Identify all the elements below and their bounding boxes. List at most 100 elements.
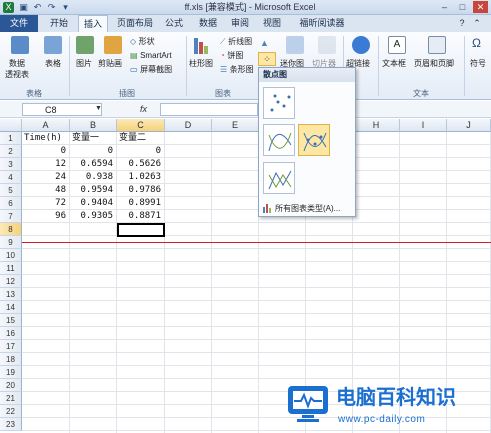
row-header[interactable]: 23 [0,418,22,431]
row-header[interactable]: 10 [0,249,22,262]
row-header[interactable]: 7 [0,210,22,223]
name-box[interactable]: C8 [22,103,102,116]
tab-formulas[interactable]: 公式 [160,15,188,32]
all-chart-types-link[interactable]: 所有图表类型(A)... [275,202,355,215]
cell[interactable]: 48 [24,184,68,197]
cell[interactable]: 0 [24,145,68,158]
column-chart-button[interactable]: 柱形图 [189,36,217,80]
tab-page-layout[interactable]: 页面布局 [112,15,158,32]
pie-chart-button[interactable]: ◔ 饼图 [220,50,254,62]
row-header[interactable]: 12 [0,275,22,288]
ribbon-minimize-icon[interactable]: ⌃ [470,15,484,32]
close-icon[interactable]: ✕ [473,1,488,13]
row-header[interactable]: 11 [0,262,22,275]
row-header[interactable]: 9 [0,236,22,249]
tab-data[interactable]: 数据 [194,15,222,32]
header-footer-button[interactable]: 页眉和页脚 [414,36,460,76]
column-header[interactable]: H [353,119,400,132]
row-header[interactable]: 1 [0,132,22,145]
column-header[interactable]: J [447,119,491,132]
select-all-corner[interactable] [0,119,22,132]
tab-review[interactable]: 审阅 [226,15,254,32]
cell[interactable]: 12 [24,158,68,171]
selected-cell[interactable] [117,223,165,237]
cell[interactable]: 0 [72,145,115,158]
redo-icon[interactable]: ↷ [46,2,57,13]
formula-input[interactable] [160,103,258,116]
row-header[interactable]: 18 [0,353,22,366]
scatter-straight-lines-option[interactable] [263,162,295,194]
cell[interactable]: 0 [119,145,163,158]
cell[interactable]: 0.8991 [119,197,163,210]
row-header[interactable]: 19 [0,366,22,379]
smartart-button[interactable]: ▤ SmartArt [130,50,184,62]
row-header[interactable]: 14 [0,301,22,314]
insert-function-icon[interactable]: fx [140,103,154,116]
table-button[interactable]: 表格 [40,36,66,76]
row-header[interactable]: 4 [0,171,22,184]
column-header[interactable]: A [22,119,70,132]
row-header[interactable]: 16 [0,327,22,340]
name-box-dropdown-icon[interactable]: ▼ [95,105,103,114]
row-header[interactable]: 2 [0,145,22,158]
column-chart-label: 柱形图 [189,59,213,68]
row-header[interactable]: 6 [0,197,22,210]
minimize-icon[interactable]: – [437,1,452,13]
tab-foxit-reader[interactable]: 福昕阅读器 [292,15,352,32]
shapes-button[interactable]: ◇ 形状 [130,36,180,48]
row-header[interactable]: 13 [0,288,22,301]
tab-insert[interactable]: 插入 [78,15,108,32]
line-chart-button[interactable]: ⟋ 折线图 [220,36,260,48]
row-header[interactable]: 5 [0,184,22,197]
symbol-button[interactable]: Ω 符号 [468,36,490,76]
cell[interactable]: Time(h) [24,132,68,145]
area-chart-icon[interactable]: ▲ [260,38,274,48]
title-bar: X ▣ ↶ ↷ ▾ ff.xls [兼容模式] - Microsoft Exce… [0,0,491,15]
screenshot-button[interactable]: ▭ 屏幕截图 [130,64,184,76]
row-header[interactable]: 20 [0,379,22,392]
column-header[interactable]: I [400,119,447,132]
row-header[interactable]: 15 [0,314,22,327]
cell[interactable]: 0.9786 [119,184,163,197]
cell[interactable]: 0.5626 [119,158,163,171]
customize-toolbar-icon[interactable]: ▾ [60,2,71,13]
maximize-icon[interactable]: □ [455,1,470,13]
scatter-chart-button[interactable]: ⁘ [258,52,276,66]
column-header[interactable]: D [165,119,212,132]
undo-icon[interactable]: ↶ [32,2,43,13]
cell[interactable]: 1.0263 [119,171,163,184]
picture-button[interactable]: 图片 [73,36,97,76]
cell[interactable]: 变量二 [119,132,163,145]
scatter-smooth-lines-option[interactable] [263,124,295,156]
cell[interactable]: 0.9404 [72,197,115,210]
cell[interactable]: 24 [24,171,68,184]
column-header[interactable]: C [117,119,165,132]
cell[interactable]: 0.9305 [72,210,115,223]
bar-chart-button[interactable]: ☰ 条形图 [220,64,260,76]
cell[interactable]: 变量一 [72,132,115,145]
textbox-button[interactable]: A 文本框 [380,36,414,76]
row-header[interactable]: 22 [0,405,22,418]
pivot-table-button[interactable]: 数据 透视表 [3,36,37,86]
cell[interactable]: 0.938 [72,171,115,184]
help-icon[interactable]: ? [455,15,469,32]
cell[interactable]: 0.9594 [72,184,115,197]
column-header[interactable]: B [70,119,117,132]
cell[interactable]: 0.8871 [119,210,163,223]
ribbon: 数据 透视表 表格 表格 图片 剪贴画 ◇ 形状 ▤ SmartArt ▭ 屏幕… [0,32,491,100]
tab-file[interactable]: 文件 [0,15,38,32]
cell[interactable]: 0.6594 [72,158,115,171]
scatter-markers-only-option[interactable] [263,87,295,119]
row-header[interactable]: 3 [0,158,22,171]
cell[interactable]: 72 [24,197,68,210]
column-header[interactable]: E [212,119,259,132]
tab-home[interactable]: 开始 [42,15,76,32]
cell[interactable]: 96 [24,210,68,223]
tab-view[interactable]: 视图 [258,15,286,32]
save-icon[interactable]: ▣ [18,2,29,13]
clipart-button[interactable]: 剪贴画 [98,36,128,76]
row-header[interactable]: 17 [0,340,22,353]
scatter-smooth-lines-markers-option[interactable] [298,124,330,156]
row-header[interactable]: 8 [0,223,22,236]
row-header[interactable]: 21 [0,392,22,405]
